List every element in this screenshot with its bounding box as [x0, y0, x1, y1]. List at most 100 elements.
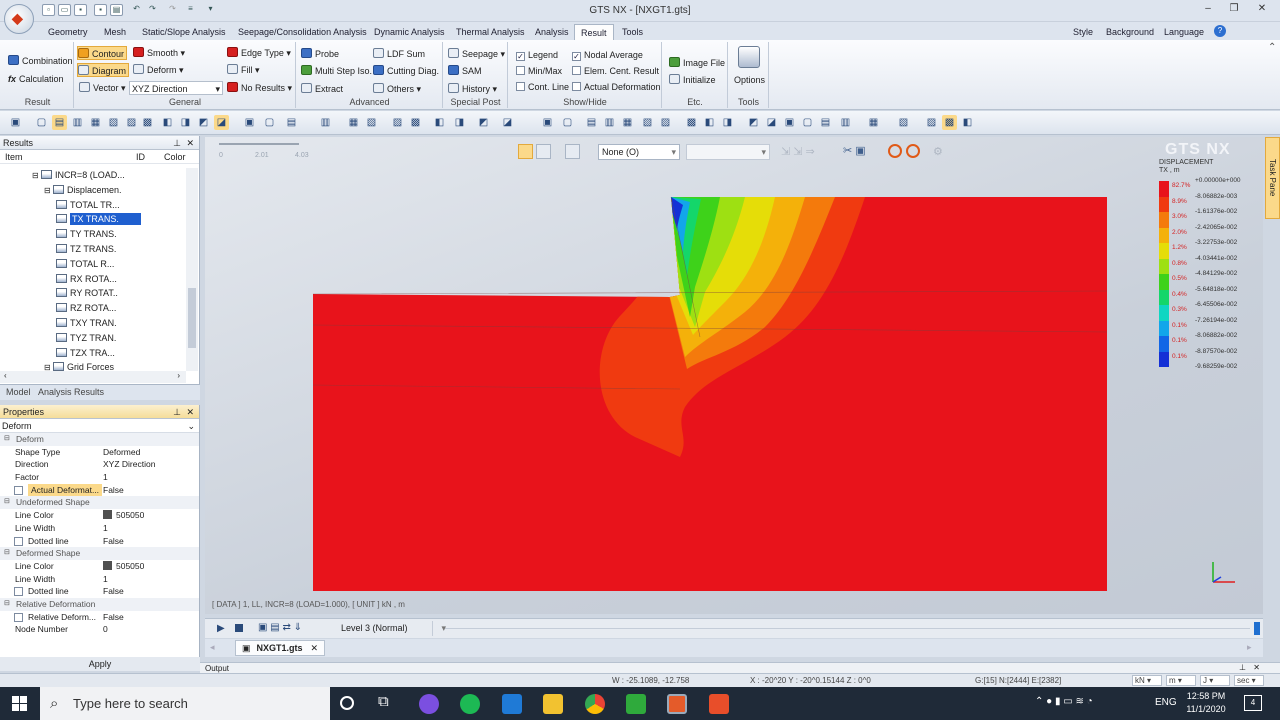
- property-value[interactable]: 505050: [103, 509, 144, 522]
- toolbar-icon[interactable]: ▤: [52, 115, 67, 130]
- property-value[interactable]: Deformed: [103, 446, 140, 459]
- tab-dynamic[interactable]: Dynamic Analysis: [368, 24, 451, 40]
- ldf-sum-button[interactable]: LDF Sum: [373, 47, 425, 61]
- results-tree-item[interactable]: TY TRANS.: [0, 227, 185, 242]
- column-color[interactable]: Color: [164, 150, 186, 164]
- toolbar-icon[interactable]: ▧: [364, 115, 379, 130]
- collapse-icon[interactable]: ⊟: [44, 363, 53, 371]
- tray-clock[interactable]: 12:58 PM 11/1/2020: [1178, 690, 1234, 716]
- toolbar-icon[interactable]: ◪: [764, 115, 779, 130]
- save-icon[interactable]: ▪: [74, 4, 87, 16]
- results-tree-item[interactable]: ⊟ Displacemen.: [0, 183, 185, 198]
- results-tree-item[interactable]: RX ROTA...: [0, 272, 185, 287]
- combination-button[interactable]: Combination: [8, 54, 73, 68]
- property-row[interactable]: Line Color 505050: [0, 509, 199, 522]
- actual-deformation-checkbox[interactable]: Actual Deformation: [572, 80, 661, 94]
- collapse-icon[interactable]: ⊟: [44, 186, 53, 195]
- toolbar-icon[interactable]: ▨: [390, 115, 405, 130]
- tab-static-slope[interactable]: Static/Slope Analysis: [136, 24, 232, 40]
- diagram-button[interactable]: Diagram: [77, 63, 130, 77]
- toolbar-icon[interactable]: ◪: [500, 115, 515, 130]
- others-dropdown[interactable]: Others ▾: [373, 82, 421, 96]
- calculation-button[interactable]: fx Calculation: [8, 72, 64, 86]
- toolbar-icon[interactable]: ◨: [720, 115, 735, 130]
- checkbox-icon[interactable]: [14, 612, 23, 622]
- image-file-button[interactable]: Image File: [669, 56, 725, 70]
- history-dropdown[interactable]: History ▾: [448, 82, 497, 96]
- app-menu-button[interactable]: ◆: [4, 4, 34, 34]
- results-tree-item[interactable]: TZX TRA...: [0, 346, 185, 361]
- tab-tools[interactable]: Tools: [616, 24, 649, 40]
- direction-select[interactable]: XYZ Direction ▾: [129, 81, 223, 95]
- results-tree-item[interactable]: TX TRANS.: [0, 212, 185, 227]
- file-explorer-icon[interactable]: [543, 694, 563, 714]
- close-tab-icon[interactable]: ✕: [311, 643, 319, 653]
- tree-hscrollbar[interactable]: ‹ ›: [0, 371, 186, 383]
- pin-icon[interactable]: ⊥: [173, 405, 181, 419]
- vector-button[interactable]: Vector ▾: [79, 81, 126, 95]
- edge-type-dropdown[interactable]: Edge Type ▾: [227, 46, 291, 60]
- ribbon-collapse-icon[interactable]: ⌃: [1268, 42, 1276, 53]
- tab-result[interactable]: Result: [574, 24, 614, 40]
- chrome-icon[interactable]: [585, 694, 605, 714]
- model-viewport[interactable]: 0 2.01 4.03 None (O) ▾ ▾ ⇲ ⇲ ⇒ ✂ ▣ ⚙ GTS …: [205, 137, 1263, 614]
- select-icon[interactable]: [518, 144, 533, 159]
- close-button[interactable]: ✕: [1250, 3, 1274, 17]
- toolbar-icon[interactable]: ▧: [640, 115, 655, 130]
- tree-scrollbar[interactable]: [186, 168, 198, 371]
- collapse-icon[interactable]: ⊟: [32, 171, 41, 180]
- help-icon[interactable]: ?: [1214, 25, 1226, 37]
- apply-button[interactable]: Apply: [0, 657, 200, 671]
- tab-geometry[interactable]: Geometry: [42, 24, 94, 40]
- toolbar-icon[interactable]: ▦: [346, 115, 361, 130]
- select-mode-icon[interactable]: [536, 144, 551, 159]
- results-tree-item[interactable]: TYZ TRAN.: [0, 331, 185, 346]
- task-view-icon[interactable]: ⧉: [378, 693, 389, 710]
- toolbar-icon[interactable]: ▢: [34, 115, 49, 130]
- options-button[interactable]: Options: [734, 73, 765, 87]
- toolbar-icon[interactable]: ◪: [214, 115, 229, 130]
- toolbar-icon[interactable]: ▤: [584, 115, 599, 130]
- input-language[interactable]: ENG: [1155, 697, 1177, 708]
- display-tools-icon[interactable]: ✂ ▣: [843, 144, 866, 157]
- toolbar-icon[interactable]: ▢: [560, 115, 575, 130]
- toolbar-icon[interactable]: ▦: [866, 115, 881, 130]
- results-tree-item[interactable]: RY ROTAT..: [0, 286, 185, 301]
- customize-icon[interactable]: ▾: [204, 4, 217, 16]
- spotify-icon[interactable]: [460, 694, 480, 714]
- toolbar-icon[interactable]: ▩: [942, 115, 957, 130]
- toolbar-icon[interactable]: ◩: [746, 115, 761, 130]
- toolbar-icon[interactable]: ▥: [318, 115, 333, 130]
- property-value[interactable]: 1: [103, 471, 108, 484]
- column-item[interactable]: Item: [5, 150, 23, 164]
- column-id[interactable]: ID: [136, 150, 145, 164]
- property-row[interactable]: Line Color 505050: [0, 560, 199, 573]
- property-value[interactable]: XYZ Direction: [103, 458, 155, 471]
- toolbar-icon[interactable]: ▤: [818, 115, 833, 130]
- property-value[interactable]: False: [103, 535, 124, 548]
- messenger-icon[interactable]: [419, 694, 439, 714]
- toolbar-icon[interactable]: ▨: [658, 115, 673, 130]
- results-tree-item[interactable]: TOTAL TR...: [0, 198, 185, 213]
- toolbar-icon[interactable]: ▣: [242, 115, 257, 130]
- property-row[interactable]: Factor 1: [0, 471, 199, 484]
- contour-button[interactable]: Contour: [77, 46, 128, 60]
- toolbar-icon[interactable]: ▥: [602, 115, 617, 130]
- undo-icon[interactable]: ↶: [130, 4, 143, 16]
- property-value[interactable]: False: [103, 585, 124, 598]
- deform-dropdown[interactable]: Deform ▾: [133, 63, 184, 77]
- menu-background[interactable]: Background: [1100, 24, 1160, 40]
- property-section[interactable]: ⊟ Deform: [0, 433, 199, 446]
- toolbar-icon[interactable]: ◧: [960, 115, 975, 130]
- settings-icon[interactable]: ⚙: [933, 145, 943, 158]
- probe-button[interactable]: Probe: [301, 47, 339, 61]
- toolbar-icon[interactable]: ▩: [408, 115, 423, 130]
- toolbar-icon[interactable]: ▩: [684, 115, 699, 130]
- collapse-icon[interactable]: ⊟: [4, 433, 10, 446]
- minimize-button[interactable]: –: [1196, 3, 1220, 17]
- sam-button[interactable]: SAM: [448, 64, 482, 78]
- no-results-dropdown[interactable]: No Results ▾: [227, 81, 292, 95]
- task-pane-tab[interactable]: Task Pane: [1265, 137, 1280, 219]
- fill-dropdown[interactable]: Fill ▾: [227, 63, 260, 77]
- results-tree-item[interactable]: TZ TRANS.: [0, 242, 185, 257]
